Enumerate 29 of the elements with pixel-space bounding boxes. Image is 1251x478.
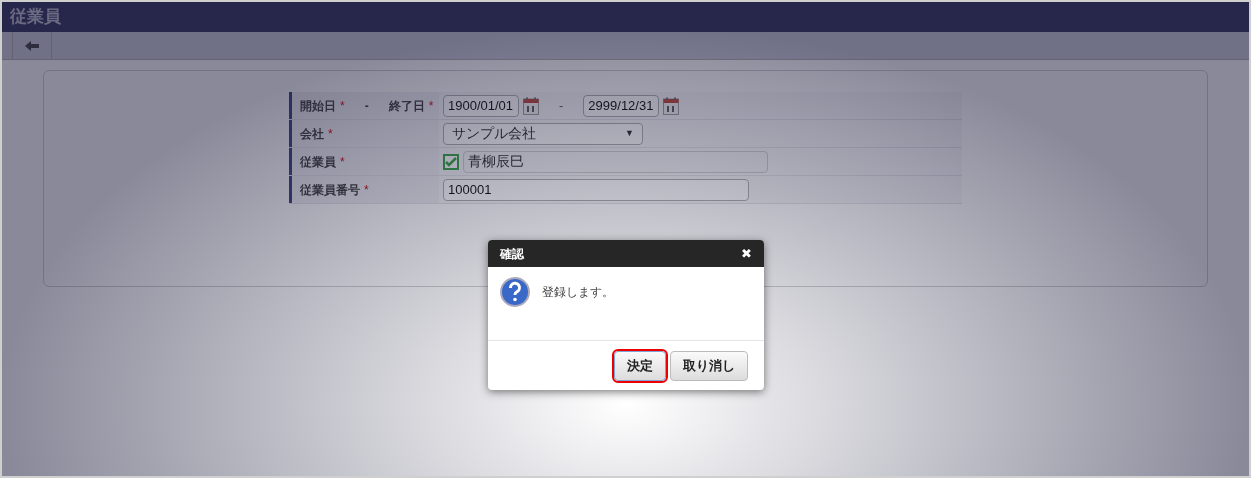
range-separator: - [559, 96, 564, 115]
calendar-icon[interactable] [523, 96, 539, 115]
date-field[interactable]: 1900/01/01 [443, 94, 519, 117]
required-mark: * [340, 153, 345, 171]
checkbox[interactable] [443, 153, 459, 170]
dialog-button[interactable]: 取り消し [670, 350, 748, 381]
field-label: 終了日 [388, 97, 425, 115]
dialog-button[interactable]: 決定 [614, 350, 666, 381]
window-title: 従業員 [10, 6, 61, 29]
date-field[interactable]: 2999/12/31 [583, 94, 660, 117]
field-label: 従業員 [300, 153, 336, 171]
back-arrow-icon [25, 40, 39, 51]
field-label: 開始日 [300, 97, 336, 115]
dialog-title: 確認 [500, 245, 524, 263]
required-mark: * [328, 125, 333, 143]
field-label: 従業員番号 [300, 181, 360, 199]
close-button[interactable]: ✖ [741, 243, 752, 264]
employee-field[interactable]: 青柳辰巳 [463, 150, 768, 173]
question-icon [500, 277, 530, 307]
dialog-message: 登録します。 [542, 284, 614, 301]
field-label: 会社 [300, 125, 324, 143]
back-button[interactable] [12, 32, 52, 59]
required-mark: * [428, 97, 434, 115]
required-mark: * [340, 97, 345, 115]
calendar-icon[interactable] [663, 96, 680, 115]
label-separator: - [364, 97, 369, 115]
required-mark: * [364, 181, 369, 199]
employee-number-field[interactable]: 100001 [443, 178, 749, 201]
company-select[interactable]: サンプル会社 ▼ [443, 122, 643, 145]
